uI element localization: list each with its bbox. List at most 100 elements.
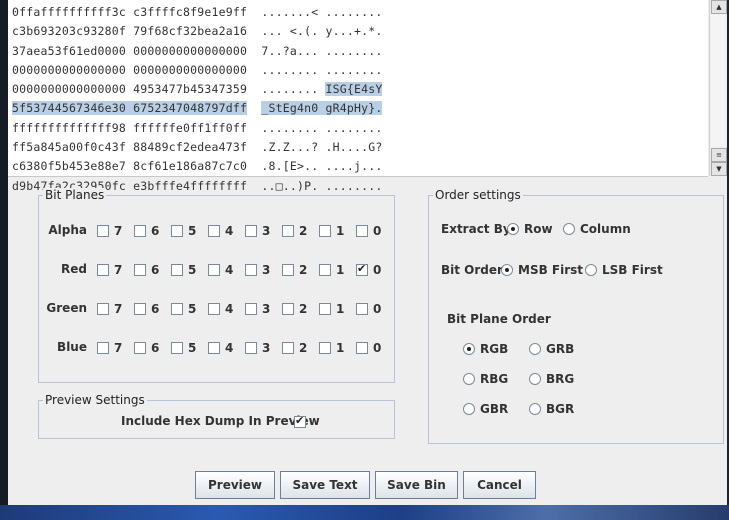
lsb-first-radio[interactable] — [585, 264, 597, 276]
bit-plane-blue-1[interactable]: 1 — [319, 341, 344, 355]
bit-checkbox[interactable] — [171, 264, 183, 276]
scroll-down-arrow-icon[interactable]: ▼ — [711, 162, 727, 176]
bit-label: 3 — [262, 302, 271, 316]
plane-order-rgb-option[interactable]: RGB — [463, 342, 508, 356]
hex-dump-line: 0ffaffffffffff3c c3ffffc8f9e1e9ff ......… — [12, 3, 382, 22]
bit-checkbox[interactable] — [282, 225, 294, 237]
plane-order-bgr-option[interactable]: BGR — [529, 402, 574, 416]
bit-checkbox[interactable] — [134, 342, 146, 354]
bit-checkbox[interactable] — [245, 225, 257, 237]
bit-plane-green-4[interactable]: 4 — [208, 302, 233, 316]
bit-plane-alpha-6[interactable]: 6 — [134, 224, 159, 238]
bit-plane-red-3[interactable]: 3 — [245, 263, 270, 277]
bit-checkbox[interactable] — [97, 225, 109, 237]
hex-word-1: c6380f5b453e88e7 — [12, 159, 126, 174]
preview-button[interactable]: Preview — [195, 471, 275, 499]
bit-checkbox[interactable] — [208, 303, 220, 315]
bit-plane-alpha-3[interactable]: 3 — [245, 224, 270, 238]
bit-plane-green-5[interactable]: 5 — [171, 302, 196, 316]
extract-row-option[interactable]: Row — [507, 222, 553, 236]
bit-plane-green-1[interactable]: 1 — [319, 302, 344, 316]
plane-order-radio[interactable] — [529, 373, 541, 385]
bit-checkbox[interactable] — [208, 264, 220, 276]
bit-plane-blue-2[interactable]: 2 — [282, 341, 307, 355]
plane-order-radio[interactable] — [463, 403, 475, 415]
bit-plane-red-1[interactable]: 1 — [319, 263, 344, 277]
bit-plane-red-4[interactable]: 4 — [208, 263, 233, 277]
include-hex-dump-checkbox[interactable] — [294, 414, 306, 428]
bit-plane-red-2[interactable]: 2 — [282, 263, 307, 277]
include-hex-dump-label: Include Hex Dump In Preview — [121, 414, 320, 428]
bit-plane-alpha-4[interactable]: 4 — [208, 224, 233, 238]
bit-checkbox[interactable] — [319, 342, 331, 354]
bit-checkbox[interactable] — [171, 225, 183, 237]
bit-checkbox[interactable] — [208, 342, 220, 354]
extract-column-radio[interactable] — [563, 223, 575, 235]
bit-checkbox[interactable] — [171, 303, 183, 315]
cancel-button[interactable]: Cancel — [463, 471, 536, 499]
bit-plane-red-7[interactable]: 7 — [97, 263, 122, 277]
hex-dump-preview[interactable]: 0ffaffffffffff3c c3ffffc8f9e1e9ff ......… — [8, 0, 708, 193]
bit-plane-green-3[interactable]: 3 — [245, 302, 270, 316]
scroll-up-arrow-icon[interactable]: ▲ — [711, 0, 727, 14]
extract-row-radio[interactable] — [507, 223, 519, 235]
bit-checkbox[interactable] — [245, 264, 257, 276]
bit-checkbox[interactable] — [134, 264, 146, 276]
bit-plane-alpha-0[interactable]: 0 — [356, 224, 381, 238]
msb-first-radio[interactable] — [501, 264, 513, 276]
lsb-first-option[interactable]: LSB First — [585, 263, 663, 277]
bit-plane-red-0[interactable]: 0 — [356, 262, 381, 277]
save-text-button[interactable]: Save Text — [280, 471, 370, 499]
plane-order-radio[interactable] — [463, 373, 475, 385]
bit-checkbox[interactable] — [319, 264, 331, 276]
scrollbar-track[interactable] — [711, 14, 725, 146]
bit-plane-red-6[interactable]: 6 — [134, 263, 159, 277]
hex-dump-scrollbar[interactable]: ▲ ≡ ▼ — [709, 0, 727, 176]
bit-checkbox[interactable] — [245, 303, 257, 315]
bit-checkbox[interactable] — [171, 342, 183, 354]
bit-plane-blue-0[interactable]: 0 — [356, 341, 381, 355]
bit-plane-green-2[interactable]: 2 — [282, 302, 307, 316]
bit-plane-blue-4[interactable]: 4 — [208, 341, 233, 355]
bit-checkbox[interactable] — [134, 225, 146, 237]
bit-checkbox[interactable] — [356, 303, 368, 315]
bit-checkbox[interactable] — [356, 342, 368, 354]
plane-order-radio[interactable] — [529, 403, 541, 415]
msb-first-option[interactable]: MSB First — [501, 263, 583, 277]
save-bin-button[interactable]: Save Bin — [375, 471, 458, 499]
plane-order-brg-option[interactable]: BRG — [529, 372, 574, 386]
plane-order-grb-option[interactable]: GRB — [529, 342, 574, 356]
bit-checkbox[interactable] — [97, 303, 109, 315]
bit-checkbox[interactable] — [97, 264, 109, 276]
bit-checkbox[interactable] — [356, 225, 368, 237]
bit-checkbox[interactable] — [208, 225, 220, 237]
plane-order-gbr-option[interactable]: GBR — [463, 402, 508, 416]
bit-plane-alpha-1[interactable]: 1 — [319, 224, 344, 238]
plane-order-rbg-option[interactable]: RBG — [463, 372, 508, 386]
extract-column-option[interactable]: Column — [563, 222, 631, 236]
bit-checkbox[interactable] — [282, 303, 294, 315]
bit-label: 4 — [225, 263, 234, 277]
bit-plane-blue-3[interactable]: 3 — [245, 341, 270, 355]
bit-checkbox[interactable] — [245, 342, 257, 354]
bit-plane-blue-6[interactable]: 6 — [134, 341, 159, 355]
bit-checkbox[interactable] — [97, 342, 109, 354]
bit-plane-alpha-7[interactable]: 7 — [97, 224, 122, 238]
scroll-thumb[interactable]: ≡ — [711, 148, 727, 162]
bit-plane-green-7[interactable]: 7 — [97, 302, 122, 316]
bit-plane-alpha-5[interactable]: 5 — [171, 224, 196, 238]
bit-checkbox[interactable] — [134, 303, 146, 315]
bit-plane-green-0[interactable]: 0 — [356, 302, 381, 316]
bit-checkbox[interactable] — [319, 225, 331, 237]
bit-plane-red-5[interactable]: 5 — [171, 263, 196, 277]
bit-plane-alpha-2[interactable]: 2 — [282, 224, 307, 238]
bit-plane-blue-7[interactable]: 7 — [97, 341, 122, 355]
plane-order-radio[interactable] — [529, 343, 541, 355]
bit-checkbox[interactable] — [282, 342, 294, 354]
bit-checkbox[interactable] — [319, 303, 331, 315]
bit-plane-blue-5[interactable]: 5 — [171, 341, 196, 355]
bit-checkbox[interactable] — [356, 262, 368, 276]
bit-plane-green-6[interactable]: 6 — [134, 302, 159, 316]
plane-order-radio[interactable] — [463, 343, 475, 355]
bit-checkbox[interactable] — [282, 264, 294, 276]
